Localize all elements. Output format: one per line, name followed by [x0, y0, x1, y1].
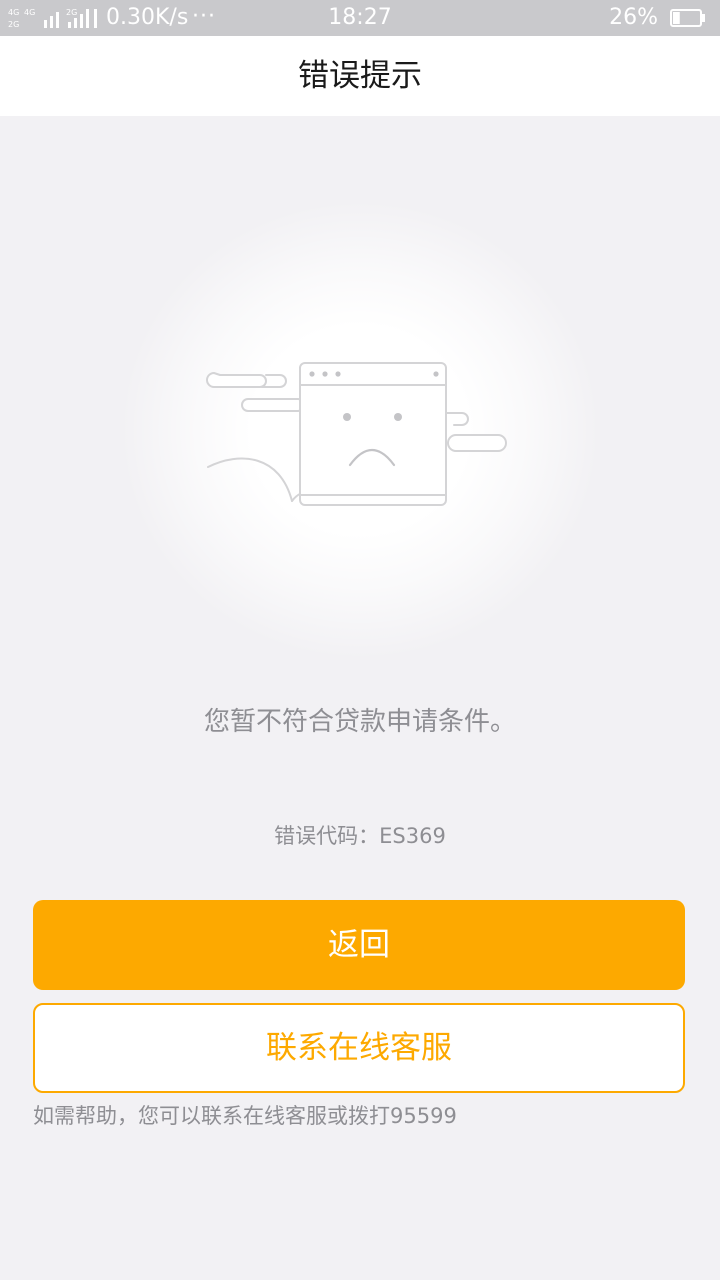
error-page: 4G 2G 4G 2G 0.30K/s ··· 18:27 26% 错误提示 您…	[0, 0, 720, 1280]
error-code: 错误代码：ES369	[274, 824, 446, 848]
title-bar: 错误提示	[0, 36, 720, 116]
sad-browser-icon	[206, 362, 507, 506]
contact-online-service-button[interactable]: 联系在线客服	[33, 1003, 685, 1093]
page-title: 错误提示	[298, 58, 422, 94]
status-bar: 4G 2G 4G 2G 0.30K/s ··· 18:27 26%	[0, 0, 720, 36]
battery-icon	[670, 9, 705, 27]
error-message: 您暂不符合贷款申请条件。	[203, 707, 516, 737]
back-button[interactable]: 返回	[33, 900, 685, 990]
help-text: 如需帮助，您可以联系在线客服或拨打95599	[33, 1104, 457, 1128]
battery-percent: 26%	[609, 5, 658, 30]
